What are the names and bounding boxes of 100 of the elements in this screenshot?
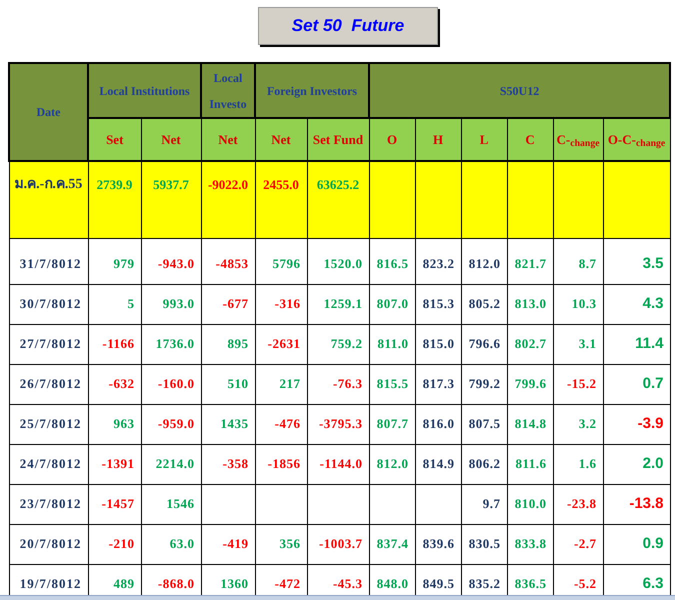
table-cell: 1435	[201, 404, 256, 444]
table-cell: -9022.0	[208, 177, 248, 192]
table-cell: 815.5	[369, 364, 416, 404]
table-cell: 2.0	[603, 444, 670, 484]
table-cell: -316	[255, 284, 308, 324]
table-cell: 9.7	[461, 484, 508, 524]
column-header: Net	[255, 118, 308, 161]
date-cell: 25/7/8012	[9, 404, 88, 444]
table-cell: 814.8	[507, 404, 554, 444]
column-group-header: Date	[9, 63, 88, 161]
column-group-header: Local Investo	[201, 63, 256, 118]
table-cell: -1391	[88, 444, 141, 484]
table-cell: -210	[88, 524, 141, 564]
date-cell: 27/7/8012	[9, 324, 88, 364]
table-cell: 63.0	[141, 524, 202, 564]
table-cell: -2631	[255, 324, 308, 364]
table-cell: 217	[255, 364, 308, 404]
table-cell: 1546	[141, 484, 202, 524]
table-cell: 830.5	[461, 524, 508, 564]
table-cell: 11.4	[603, 324, 670, 364]
table-cell: 839.6	[415, 524, 462, 564]
table-cell: 811.6	[507, 444, 554, 484]
table-cell: -1144.0	[307, 444, 370, 484]
table-cell: -4853	[201, 238, 256, 284]
table-cell: 1520.0	[307, 238, 370, 284]
table-cell: 5796	[255, 238, 308, 284]
table-cell: -1457	[88, 484, 141, 524]
table-cell: -1166	[88, 324, 141, 364]
table-cell: 807.5	[461, 404, 508, 444]
table-cell: 963	[88, 404, 141, 444]
column-header: O-C-$_{change}$	[603, 118, 670, 161]
table-cell: -358	[201, 444, 256, 484]
table-cell: -2.7	[553, 524, 604, 564]
table-cell: 759.2	[307, 324, 370, 364]
table-cell: 4.3	[603, 284, 670, 324]
table-cell: 823.2	[415, 238, 462, 284]
column-header: Net	[201, 118, 256, 161]
table-cell: 2214.0	[141, 444, 202, 484]
table-cell: 816.0	[415, 404, 462, 444]
table-cell: 796.6	[461, 324, 508, 364]
column-header: Set Fund	[307, 118, 370, 161]
table-cell: 2455.0	[263, 177, 299, 192]
column-header: O	[369, 118, 416, 161]
table-cell: 1.6	[553, 444, 604, 484]
table-cell: 799.6	[507, 364, 554, 404]
column-group-header: S50U12	[369, 63, 670, 118]
table-cell: -23.8	[553, 484, 604, 524]
table-cell: 895	[201, 324, 256, 364]
column-group-header: Foreign Investors	[255, 63, 370, 118]
table-cell: 1259.1	[307, 284, 370, 324]
table-cell: 1736.0	[141, 324, 202, 364]
table-cell: 799.2	[461, 364, 508, 404]
table-cell: 807.0	[369, 284, 416, 324]
table-cell: 817.3	[415, 364, 462, 404]
table-cell: -476	[255, 404, 308, 444]
table-cell: 837.4	[369, 524, 416, 564]
table-cell: 812.0	[369, 444, 416, 484]
table-cell: 356	[255, 524, 308, 564]
table-cell: 5	[88, 284, 141, 324]
table-cell: -632	[88, 364, 141, 404]
table-cell: 810.0	[507, 484, 554, 524]
table-cell: 63625.2	[316, 177, 360, 192]
table-cell: -419	[201, 524, 256, 564]
table-cell: 802.7	[507, 324, 554, 364]
column-header: H	[415, 118, 462, 161]
table-cell: -959.0	[141, 404, 202, 444]
table-cell: 8.7	[553, 238, 604, 284]
column-header: C-$_{change}$	[553, 118, 604, 161]
column-header: L	[461, 118, 508, 161]
table-cell: 814.9	[415, 444, 462, 484]
table-cell: 993.0	[141, 284, 202, 324]
table-cell: 815.0	[415, 324, 462, 364]
table-cell: -15.2	[553, 364, 604, 404]
date-cell: 30/7/8012	[9, 284, 88, 324]
row-label: ม.ค.-ก.ค.55	[9, 161, 88, 238]
table-cell: -677	[201, 284, 256, 324]
table-cell: 2739.9	[96, 177, 132, 192]
table-cell: -1003.7	[307, 524, 370, 564]
table-cell: 3.2	[553, 404, 604, 444]
table-cell: -76.3	[307, 364, 370, 404]
table-cell: 979	[88, 238, 141, 284]
table-cell: -13.8	[603, 484, 670, 524]
table-cell: 805.2	[461, 284, 508, 324]
table-cell: 0.7	[603, 364, 670, 404]
table-cell: 3.5	[603, 238, 670, 284]
table-cell: 813.0	[507, 284, 554, 324]
table-cell: -3795.3	[307, 404, 370, 444]
table-cell: 807.7	[369, 404, 416, 444]
table-cell: 833.8	[507, 524, 554, 564]
table-cell: 5937.7	[153, 177, 189, 192]
date-cell: 20/7/8012	[9, 524, 88, 564]
title-banner: Set 50 Future	[258, 7, 438, 45]
column-group-header: Local Institutions	[88, 63, 202, 118]
column-header: Net	[141, 118, 202, 161]
table-cell: 811.0	[369, 324, 416, 364]
date-cell: 26/7/8012	[9, 364, 88, 404]
table-cell: 510	[201, 364, 256, 404]
table-cell: 821.7	[507, 238, 554, 284]
table-cell: 816.5	[369, 238, 416, 284]
column-header: Set	[88, 118, 141, 161]
